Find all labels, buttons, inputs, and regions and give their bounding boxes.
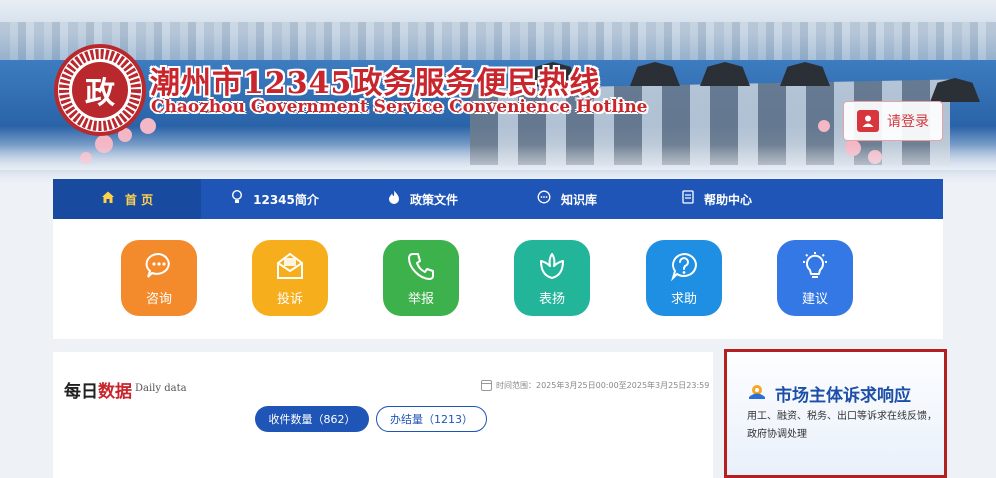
nav-item-policy[interactable]: 政策文件 (349, 179, 497, 219)
service-help-button[interactable]: 求助 (646, 240, 722, 316)
chat-icon (537, 190, 551, 208)
daily-title-plain: 每日 (64, 382, 98, 402)
nav-label: 首 页 (124, 192, 154, 207)
received-count-tab[interactable]: 收件数量（862） (255, 406, 369, 432)
lightbulb-icon (231, 189, 243, 208)
service-suggest-button[interactable]: 建议 (777, 240, 853, 316)
government-logo: 政 (54, 44, 146, 136)
home-icon (101, 190, 115, 208)
nav-label: 政策文件 (409, 192, 458, 207)
service-label: 建议 (801, 291, 828, 307)
login-label: 请登录 (887, 114, 929, 130)
envelope-icon (274, 250, 306, 282)
daily-data-panel: 每日数据 Daily data 时间范围：2025年3月25日00:00至202… (53, 352, 713, 478)
nav-item-intro[interactable]: 12345简介 (201, 179, 349, 219)
nav-label: 12345简介 (253, 192, 319, 207)
market-title-text: 市场主体诉求响应 (775, 386, 911, 406)
market-description: 用工、融资、税务、出口等诉求在线反馈，政府协调处理 (747, 411, 937, 440)
time-range-text: 时间范围：2025年3月25日00:00至2025年3月25日23:59 (496, 381, 710, 390)
flame-icon (388, 190, 400, 208)
flower-icon (536, 250, 568, 282)
daily-title: 每日数据 (64, 377, 132, 402)
site-title: 潮州市12345政务服务便民热线 (150, 66, 601, 101)
service-report-button[interactable]: 举报 (383, 240, 459, 316)
city-skyline (0, 22, 996, 62)
phone-icon (405, 250, 437, 282)
calendar-icon (481, 380, 492, 391)
login-button[interactable]: 请登录 (843, 101, 943, 141)
service-label: 求助 (670, 291, 697, 307)
market-title: 市场主体诉求响应 (747, 381, 911, 406)
nav-label: 知识库 (560, 192, 597, 207)
user-icon (857, 110, 879, 132)
daily-title-highlight: 数据 (98, 382, 132, 402)
blossom-decoration (818, 120, 830, 132)
service-label: 举报 (407, 291, 434, 307)
main-nav: 首 页 12345简介 政策文件 知识库 帮助中心 (53, 179, 943, 219)
blossom-decoration (140, 118, 156, 134)
market-icon (747, 381, 767, 406)
service-complaint-button[interactable]: 投诉 (252, 240, 328, 316)
daily-subtitle: Daily data (135, 383, 187, 394)
time-range: 时间范围：2025年3月25日00:00至2025年3月25日23:59 (481, 380, 709, 391)
chat-bubble-icon (143, 250, 175, 282)
service-praise-button[interactable]: 表扬 (514, 240, 590, 316)
service-label: 咨询 (145, 291, 172, 307)
document-icon (682, 190, 694, 208)
logo-ring-icon (59, 49, 141, 131)
service-label: 投诉 (276, 291, 303, 307)
nav-label: 帮助中心 (703, 192, 752, 207)
nav-item-help[interactable]: 帮助中心 (637, 179, 797, 219)
bulb-icon (799, 250, 831, 282)
service-consult-button[interactable]: 咨询 (121, 240, 197, 316)
nav-item-home[interactable]: 首 页 (53, 179, 201, 219)
market-appeal-card[interactable]: 市场主体诉求响应 用工、融资、税务、出口等诉求在线反馈，政府协调处理 (724, 349, 947, 478)
service-panel: 咨询 投诉 举报 表扬 求助 建议 (53, 219, 943, 339)
nav-item-knowledge[interactable]: 知识库 (497, 179, 637, 219)
site-title-english: Chaozhou Government Service Convenience … (151, 97, 648, 117)
question-icon (668, 250, 700, 282)
completed-count-tab[interactable]: 办结量（1213） (376, 406, 487, 432)
service-label: 表扬 (538, 291, 565, 307)
